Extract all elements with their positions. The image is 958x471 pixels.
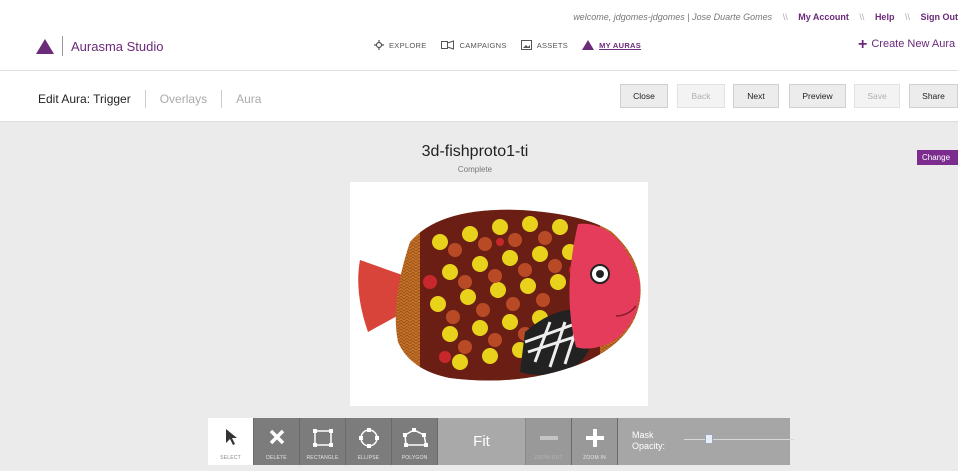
aurasma-logo-icon [36,38,54,54]
ellipse-icon [358,428,379,448]
mask-opacity-control: Mask Opacity: [618,418,794,465]
nav-my-auras-label: MY AURAS [599,40,642,50]
nav-my-auras[interactable]: MY AURAS [582,40,641,50]
mask-opacity-slider-thumb[interactable] [705,434,713,444]
create-new-aura-button[interactable]: + Create New Aura [858,35,956,53]
select-tool[interactable]: SELECT [208,418,254,465]
minus-icon [539,436,558,440]
delete-tool[interactable]: DELETE [254,418,300,465]
trigger-status: Complete [457,165,493,174]
nav-assets[interactable]: ASSETS [520,40,569,50]
main-nav: EXPLORE CAMPAIGNS ASSETS MY AURAS [374,40,655,50]
plus-icon: + [858,35,868,53]
ellipse-tool[interactable]: ELLIPSE [346,418,392,465]
save-button[interactable]: Save [854,84,900,108]
back-button[interactable]: Back [677,84,725,108]
crumb-aura[interactable]: Aura [236,92,261,106]
nav-campaigns-label: CAMPAIGNS [459,40,507,50]
create-new-aura-label: Create New Aura [871,38,956,50]
close-button[interactable]: Close [620,84,668,108]
delete-x-icon [269,429,284,445]
logo-text: Aurasma Studio [71,38,164,54]
separator: \\ [904,12,910,22]
compass-icon [374,40,384,50]
zoom-in-label: ZOOM IN [583,455,606,461]
polygon-tool-label: POLYGON [401,455,428,461]
polygon-tool[interactable]: POLYGON [392,418,438,465]
ellipse-tool-label: ELLIPSE [357,455,380,461]
sign-out-link[interactable]: Sign Out [921,12,958,22]
preview-button[interactable]: Preview [789,84,846,108]
rectangle-tool-label: RECTANGLE [306,455,339,461]
share-button[interactable]: Share [909,84,958,108]
change-trigger-button[interactable]: Change [917,150,958,165]
zoom-out-button[interactable]: ZOOM OUT [526,418,572,465]
mask-opacity-label: Mask Opacity: [632,430,665,452]
top-header: welcome, jdgomes-jdgomes | Jose Duarte G… [0,0,958,70]
arrow-cursor-icon [225,429,237,445]
nav-explore-label: EXPLORE [389,40,427,50]
account-bar: welcome, jdgomes-jdgomes | Jose Duarte G… [573,12,958,22]
next-button[interactable]: Next [733,84,779,108]
campaigns-icon [440,40,454,50]
fit-button[interactable]: Fit [438,418,526,465]
zoom-out-label: ZOOM OUT [534,455,563,461]
polygon-icon [402,428,428,447]
nav-explore[interactable]: EXPLORE [374,40,427,50]
rectangle-icon [312,429,333,447]
welcome-text: welcome, [573,12,612,22]
aurasma-logo[interactable]: Aurasma Studio [36,36,164,56]
mask-label-line2: Opacity: [632,441,666,451]
delete-tool-label: DELETE [266,455,287,461]
aurasma-icon [582,40,595,50]
zoom-in-button[interactable]: ZOOM IN [572,418,618,465]
separator: \\ [859,12,865,22]
select-tool-label: SELECT [220,455,241,461]
plus-icon [585,429,604,447]
mask-label-line1: Mask [632,430,654,440]
mask-opacity-slider-track[interactable] [684,439,794,440]
help-link[interactable]: Help [875,12,895,22]
nav-campaigns[interactable]: CAMPAIGNS [440,40,507,50]
my-account-link[interactable]: My Account [798,12,849,22]
username: jdgomes-jdgomes [613,12,685,22]
trigger-name: 3d-fishproto1-ti [421,143,529,160]
rectangle-tool[interactable]: RECTANGLE [300,418,346,465]
assets-icon [520,40,532,50]
nav-assets-label: ASSETS [536,40,569,50]
crumb-trigger: Edit Aura: Trigger [38,92,131,106]
mask-toolbar: SELECT DELETE RECTANGLE ELLIPSE POLYGON [208,418,794,465]
fish-trigger-image [358,209,641,381]
trigger-image-canvas[interactable] [350,182,648,406]
separator: \\ [782,12,788,22]
breadcrumb: Edit Aura: Trigger Overlays Aura [38,90,261,108]
crumb-overlays[interactable]: Overlays [160,92,207,106]
display-name: Jose Duarte Gomes [692,12,773,22]
